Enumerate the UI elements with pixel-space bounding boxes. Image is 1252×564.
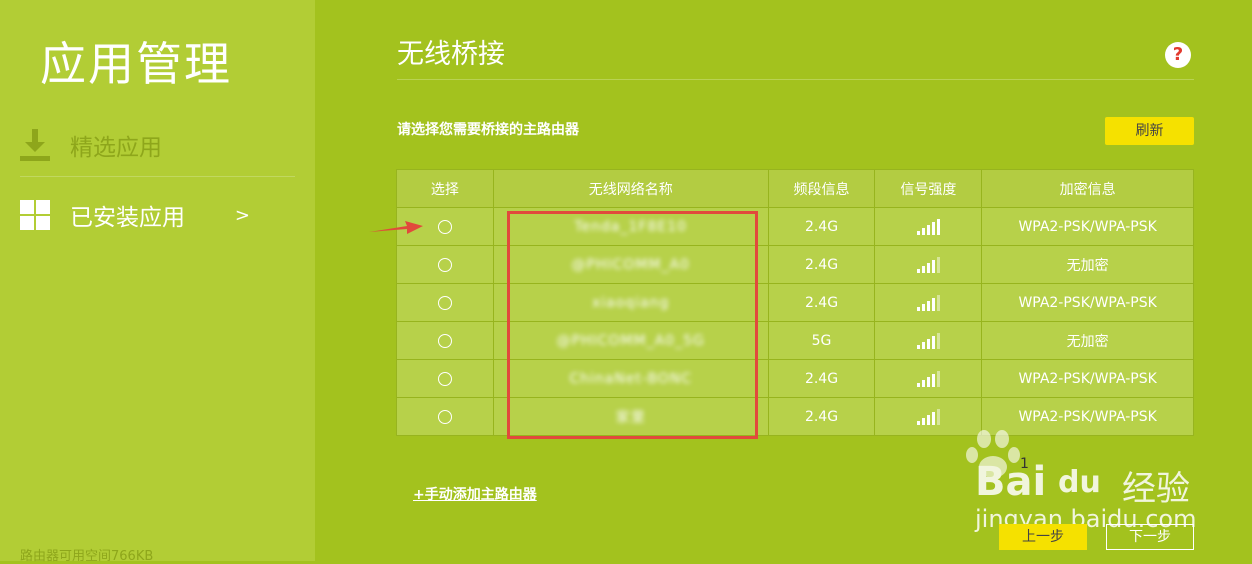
security-cell: 无加密 bbox=[981, 321, 1194, 360]
sidebar-item-featured-apps[interactable]: 精选应用 bbox=[20, 114, 295, 177]
security-cell: WPA2-PSK/WPA-PSK bbox=[981, 359, 1194, 398]
download-icon bbox=[20, 129, 50, 161]
signal-strength-icon bbox=[916, 370, 940, 387]
watermark-brand: Bai bbox=[975, 459, 1047, 505]
security-cell: 无加密 bbox=[981, 245, 1194, 284]
instruction-text: 请选择您需要桥接的主路由器 bbox=[397, 122, 579, 138]
page-title: 无线桥接 bbox=[397, 39, 505, 70]
sidebar: 应用管理 精选应用 已安装应用 > 路由器可用空间766KB bbox=[0, 0, 315, 564]
watermark-brand-2: du bbox=[1058, 465, 1101, 500]
main-panel: 无线桥接 ? 请选择您需要桥接的主路由器 刷新 选择 无线网络名称 频段信息 信… bbox=[315, 0, 1252, 561]
app-title: 应用管理 bbox=[40, 37, 232, 91]
ssid-cell: @PHICOMM_A0 bbox=[492, 245, 769, 284]
signal-strength-icon bbox=[916, 332, 940, 349]
chevron-right-icon: > bbox=[234, 204, 250, 226]
ssid-cell: @PHICOMM_A0_5G bbox=[492, 321, 769, 360]
band-cell: 5G bbox=[767, 321, 876, 360]
pointer-arrow-icon bbox=[369, 221, 423, 234]
security-cell: WPA2-PSK/WPA-PSK bbox=[981, 207, 1194, 246]
band-cell: 2.4G bbox=[767, 245, 876, 284]
band-cell: 2.4G bbox=[767, 283, 876, 322]
header-select: 选择 bbox=[396, 169, 494, 208]
router-table: 选择 无线网络名称 频段信息 信号强度 加密信息 Tenda_1F8E10 2.4… bbox=[396, 169, 1194, 436]
band-cell: 2.4G bbox=[767, 359, 876, 398]
next-step-button[interactable]: 下一步 bbox=[1106, 524, 1194, 550]
table-row[interactable]: Tenda_1F8E10 2.4G WPA2-PSK/WPA-PSK bbox=[396, 207, 1194, 246]
select-radio[interactable] bbox=[437, 295, 452, 310]
manual-add-router-link[interactable]: +手动添加主路由器 bbox=[413, 484, 537, 504]
select-radio[interactable] bbox=[437, 257, 452, 272]
header-security: 加密信息 bbox=[981, 169, 1194, 208]
signal-strength-icon bbox=[916, 218, 940, 235]
band-cell: 2.4G bbox=[767, 207, 876, 246]
band-cell: 2.4G bbox=[767, 397, 876, 436]
select-radio[interactable] bbox=[437, 409, 452, 424]
ssid-cell: xiaoqiang bbox=[492, 283, 769, 322]
table-header-row: 选择 无线网络名称 频段信息 信号强度 加密信息 bbox=[396, 169, 1194, 208]
grid-icon bbox=[20, 200, 50, 230]
signal-cell bbox=[874, 207, 983, 246]
signal-strength-icon bbox=[916, 408, 940, 425]
table-row[interactable]: @PHICOMM_A0 2.4G 无加密 bbox=[396, 245, 1194, 284]
select-cell[interactable] bbox=[396, 283, 494, 322]
table-row[interactable]: ChinaNet-BONC 2.4G WPA2-PSK/WPA-PSK bbox=[396, 359, 1194, 398]
select-cell[interactable] bbox=[396, 397, 494, 436]
select-radio[interactable] bbox=[437, 333, 452, 348]
ssid-cell: 家里 bbox=[492, 397, 769, 436]
sidebar-item-label: 精选应用 bbox=[70, 135, 162, 161]
header-ssid: 无线网络名称 bbox=[492, 169, 769, 208]
storage-text: 路由器可用空间766KB bbox=[20, 549, 154, 564]
select-radio[interactable] bbox=[437, 371, 452, 386]
signal-strength-icon bbox=[916, 294, 940, 311]
ssid-cell: ChinaNet-BONC bbox=[492, 359, 769, 398]
ssid-cell: Tenda_1F8E10 bbox=[492, 207, 769, 246]
signal-strength-icon bbox=[916, 256, 940, 273]
security-cell: WPA2-PSK/WPA-PSK bbox=[981, 283, 1194, 322]
select-cell[interactable] bbox=[396, 359, 494, 398]
signal-cell bbox=[874, 283, 983, 322]
select-radio[interactable] bbox=[437, 219, 452, 234]
select-cell[interactable] bbox=[396, 245, 494, 284]
sidebar-item-installed-apps[interactable]: 已安装应用 > bbox=[20, 184, 295, 246]
header-signal: 信号强度 bbox=[874, 169, 983, 208]
signal-cell bbox=[874, 359, 983, 398]
table-row[interactable]: xiaoqiang 2.4G WPA2-PSK/WPA-PSK bbox=[396, 283, 1194, 322]
prev-step-button[interactable]: 上一步 bbox=[999, 524, 1087, 550]
table-row[interactable]: @PHICOMM_A0_5G 5G 无加密 bbox=[396, 321, 1194, 360]
signal-cell bbox=[874, 245, 983, 284]
help-icon[interactable]: ? bbox=[1165, 42, 1191, 68]
signal-cell bbox=[874, 321, 983, 360]
sidebar-item-label: 已安装应用 bbox=[70, 205, 185, 231]
select-cell[interactable] bbox=[396, 321, 494, 360]
refresh-button[interactable]: 刷新 bbox=[1105, 117, 1194, 145]
watermark-suffix: 经验 bbox=[1122, 469, 1190, 509]
divider bbox=[397, 79, 1194, 80]
header-band: 频段信息 bbox=[767, 169, 876, 208]
